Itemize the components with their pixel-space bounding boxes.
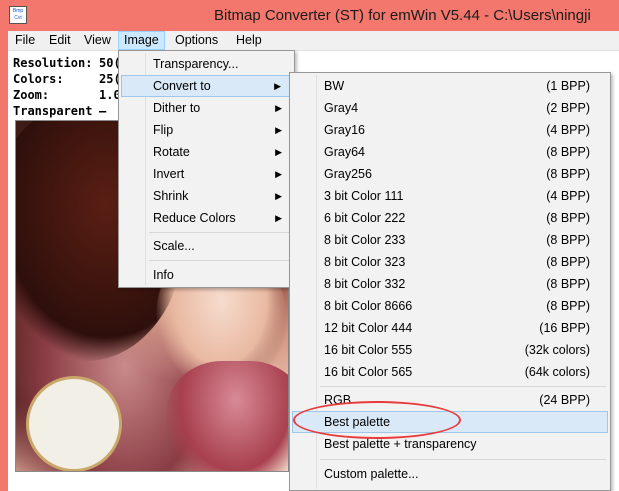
format-label: Gray64: [324, 145, 365, 159]
submenu-arrow-icon: ▶: [274, 81, 281, 91]
app-icon-text-line2: Cvt: [14, 15, 22, 21]
convert-item-color-111[interactable]: 3 bit Color 111 (4 BPP): [292, 185, 608, 207]
convert-item-gray256[interactable]: Gray256 (8 BPP): [292, 163, 608, 185]
format-depth: (8 BPP): [546, 167, 590, 181]
menu-options[interactable]: Options: [170, 31, 223, 50]
menu-item-invert[interactable]: Invert ▶: [121, 163, 292, 185]
menu-image[interactable]: Image: [118, 31, 165, 50]
title-bar: Bmp Cvt Bitmap Converter (ST) for emWin …: [0, 0, 619, 32]
menu-item-dither-to[interactable]: Dither to ▶: [121, 97, 292, 119]
format-depth: (8 BPP): [546, 277, 590, 291]
format-depth: (8 BPP): [546, 211, 590, 225]
convert-item-color-8666[interactable]: 8 bit Color 8666 (8 BPP): [292, 295, 608, 317]
format-depth: (8 BPP): [546, 233, 590, 247]
format-label: Custom palette...: [324, 467, 419, 481]
format-label: 12 bit Color 444: [324, 321, 413, 335]
submenu-arrow-icon: ▶: [275, 103, 282, 113]
menu-separator: [320, 386, 606, 387]
format-label: 3 bit Color 111: [324, 189, 404, 203]
menu-item-label: Transparency...: [153, 57, 239, 71]
format-label: Gray16: [324, 123, 365, 137]
format-label: Gray256: [324, 167, 372, 181]
format-depth: (8 BPP): [546, 145, 590, 159]
convert-item-color-233[interactable]: 8 bit Color 233 (8 BPP): [292, 229, 608, 251]
menu-item-label: Reduce Colors: [153, 211, 236, 225]
menu-item-shrink[interactable]: Shrink ▶: [121, 185, 292, 207]
menu-item-scale[interactable]: Scale...: [121, 235, 292, 257]
preview-clock-shape: [26, 376, 122, 471]
image-info-panel: Resolution: 50( Colors: 25( Zoom: 1.0 Trans…: [13, 55, 121, 119]
menu-item-label: Shrink: [153, 189, 189, 203]
format-label: Gray4: [324, 101, 359, 115]
submenu-arrow-icon: ▶: [275, 125, 282, 135]
convert-item-color-222[interactable]: 6 bit Color 222 (8 BPP): [292, 207, 608, 229]
convert-item-gray64[interactable]: Gray64 (8 BPP): [292, 141, 608, 163]
menu-item-label: Rotate: [153, 145, 190, 159]
menu-item-label: Dither to: [153, 101, 201, 115]
submenu-arrow-icon: ▶: [275, 191, 282, 201]
format-depth: (8 BPP): [546, 255, 590, 269]
app-icon-text-line1: Bmp: [12, 8, 24, 14]
format-label: 8 bit Color 323: [324, 255, 406, 269]
format-depth: (2 BPP): [546, 101, 590, 115]
format-depth: (4 BPP): [546, 189, 590, 203]
menu-item-label: Invert: [153, 167, 185, 181]
convert-item-gray4[interactable]: Gray4 (2 BPP): [292, 97, 608, 119]
submenu-arrow-icon: ▶: [275, 213, 282, 223]
window-title: Bitmap Converter (ST) for emWin V5.44 - …: [214, 7, 591, 24]
menu-item-label: Scale...: [153, 239, 195, 253]
format-label: 16 bit Color 565: [324, 365, 413, 379]
zoom-label: Zoom:: [13, 88, 50, 102]
format-label: 16 bit Color 555: [324, 343, 413, 357]
format-label: 8 bit Color 332: [324, 277, 406, 291]
menu-item-label: Convert to: [153, 79, 211, 93]
convert-item-color-323[interactable]: 8 bit Color 323 (8 BPP): [292, 251, 608, 273]
menu-file[interactable]: File: [10, 31, 40, 50]
format-label: Best palette + transparency: [324, 437, 477, 451]
convert-item-color-565[interactable]: 16 bit Color 565 (64k colors): [292, 361, 608, 383]
format-depth: (64k colors): [524, 365, 590, 379]
menu-help[interactable]: Help: [231, 31, 267, 50]
menu-item-flip[interactable]: Flip ▶: [121, 119, 292, 141]
format-label: 8 bit Color 8666: [324, 299, 413, 313]
menu-item-info[interactable]: Info: [121, 264, 292, 286]
format-depth: (1 BPP): [546, 79, 590, 93]
transparent-value: —: [99, 104, 107, 118]
format-depth: (16 BPP): [539, 321, 590, 335]
menu-item-rotate[interactable]: Rotate ▶: [121, 141, 292, 163]
format-label: 6 bit Color 222: [324, 211, 406, 225]
menu-view[interactable]: View: [79, 31, 116, 50]
format-label: BW: [324, 79, 345, 93]
menu-bar: File Edit View Image Options Help: [8, 31, 619, 51]
menu-edit[interactable]: Edit: [44, 31, 76, 50]
menu-item-transparency[interactable]: Transparency...: [121, 53, 292, 75]
convert-item-color-555[interactable]: 16 bit Color 555 (32k colors): [292, 339, 608, 361]
format-depth: (32k colors): [524, 343, 590, 357]
resolution-label: Resolution:: [13, 56, 93, 70]
convert-item-bw[interactable]: BW (1 BPP): [292, 75, 608, 97]
menu-item-label: Info: [153, 268, 174, 282]
menu-separator: [149, 232, 291, 233]
menu-item-label: Flip: [153, 123, 174, 137]
convert-item-custom-palette[interactable]: Custom palette...: [292, 463, 608, 485]
menu-item-convert-to[interactable]: Convert to ▶: [121, 75, 292, 97]
menu-separator: [320, 459, 606, 460]
convert-item-gray16[interactable]: Gray16 (4 BPP): [292, 119, 608, 141]
image-menu: Transparency... Convert to ▶ Dither to ▶ F…: [118, 50, 295, 288]
submenu-arrow-icon: ▶: [275, 169, 282, 179]
preview-dress-shape: [166, 361, 288, 471]
menu-separator: [149, 260, 291, 261]
submenu-arrow-icon: ▶: [275, 147, 282, 157]
transparent-label: Transparent: [13, 104, 93, 118]
format-depth: (4 BPP): [546, 123, 590, 137]
convert-item-color-332[interactable]: 8 bit Color 332 (8 BPP): [292, 273, 608, 295]
red-ellipse-annotation: [293, 401, 461, 439]
colors-label: Colors:: [13, 72, 64, 86]
convert-item-color-444[interactable]: 12 bit Color 444 (16 BPP): [292, 317, 608, 339]
format-depth: (8 BPP): [546, 299, 590, 313]
bitmap-converter-app-icon[interactable]: Bmp Cvt: [9, 6, 27, 24]
menu-item-reduce-colors[interactable]: Reduce Colors ▶: [121, 207, 292, 229]
format-depth: (24 BPP): [539, 393, 590, 407]
format-label: 8 bit Color 233: [324, 233, 406, 247]
